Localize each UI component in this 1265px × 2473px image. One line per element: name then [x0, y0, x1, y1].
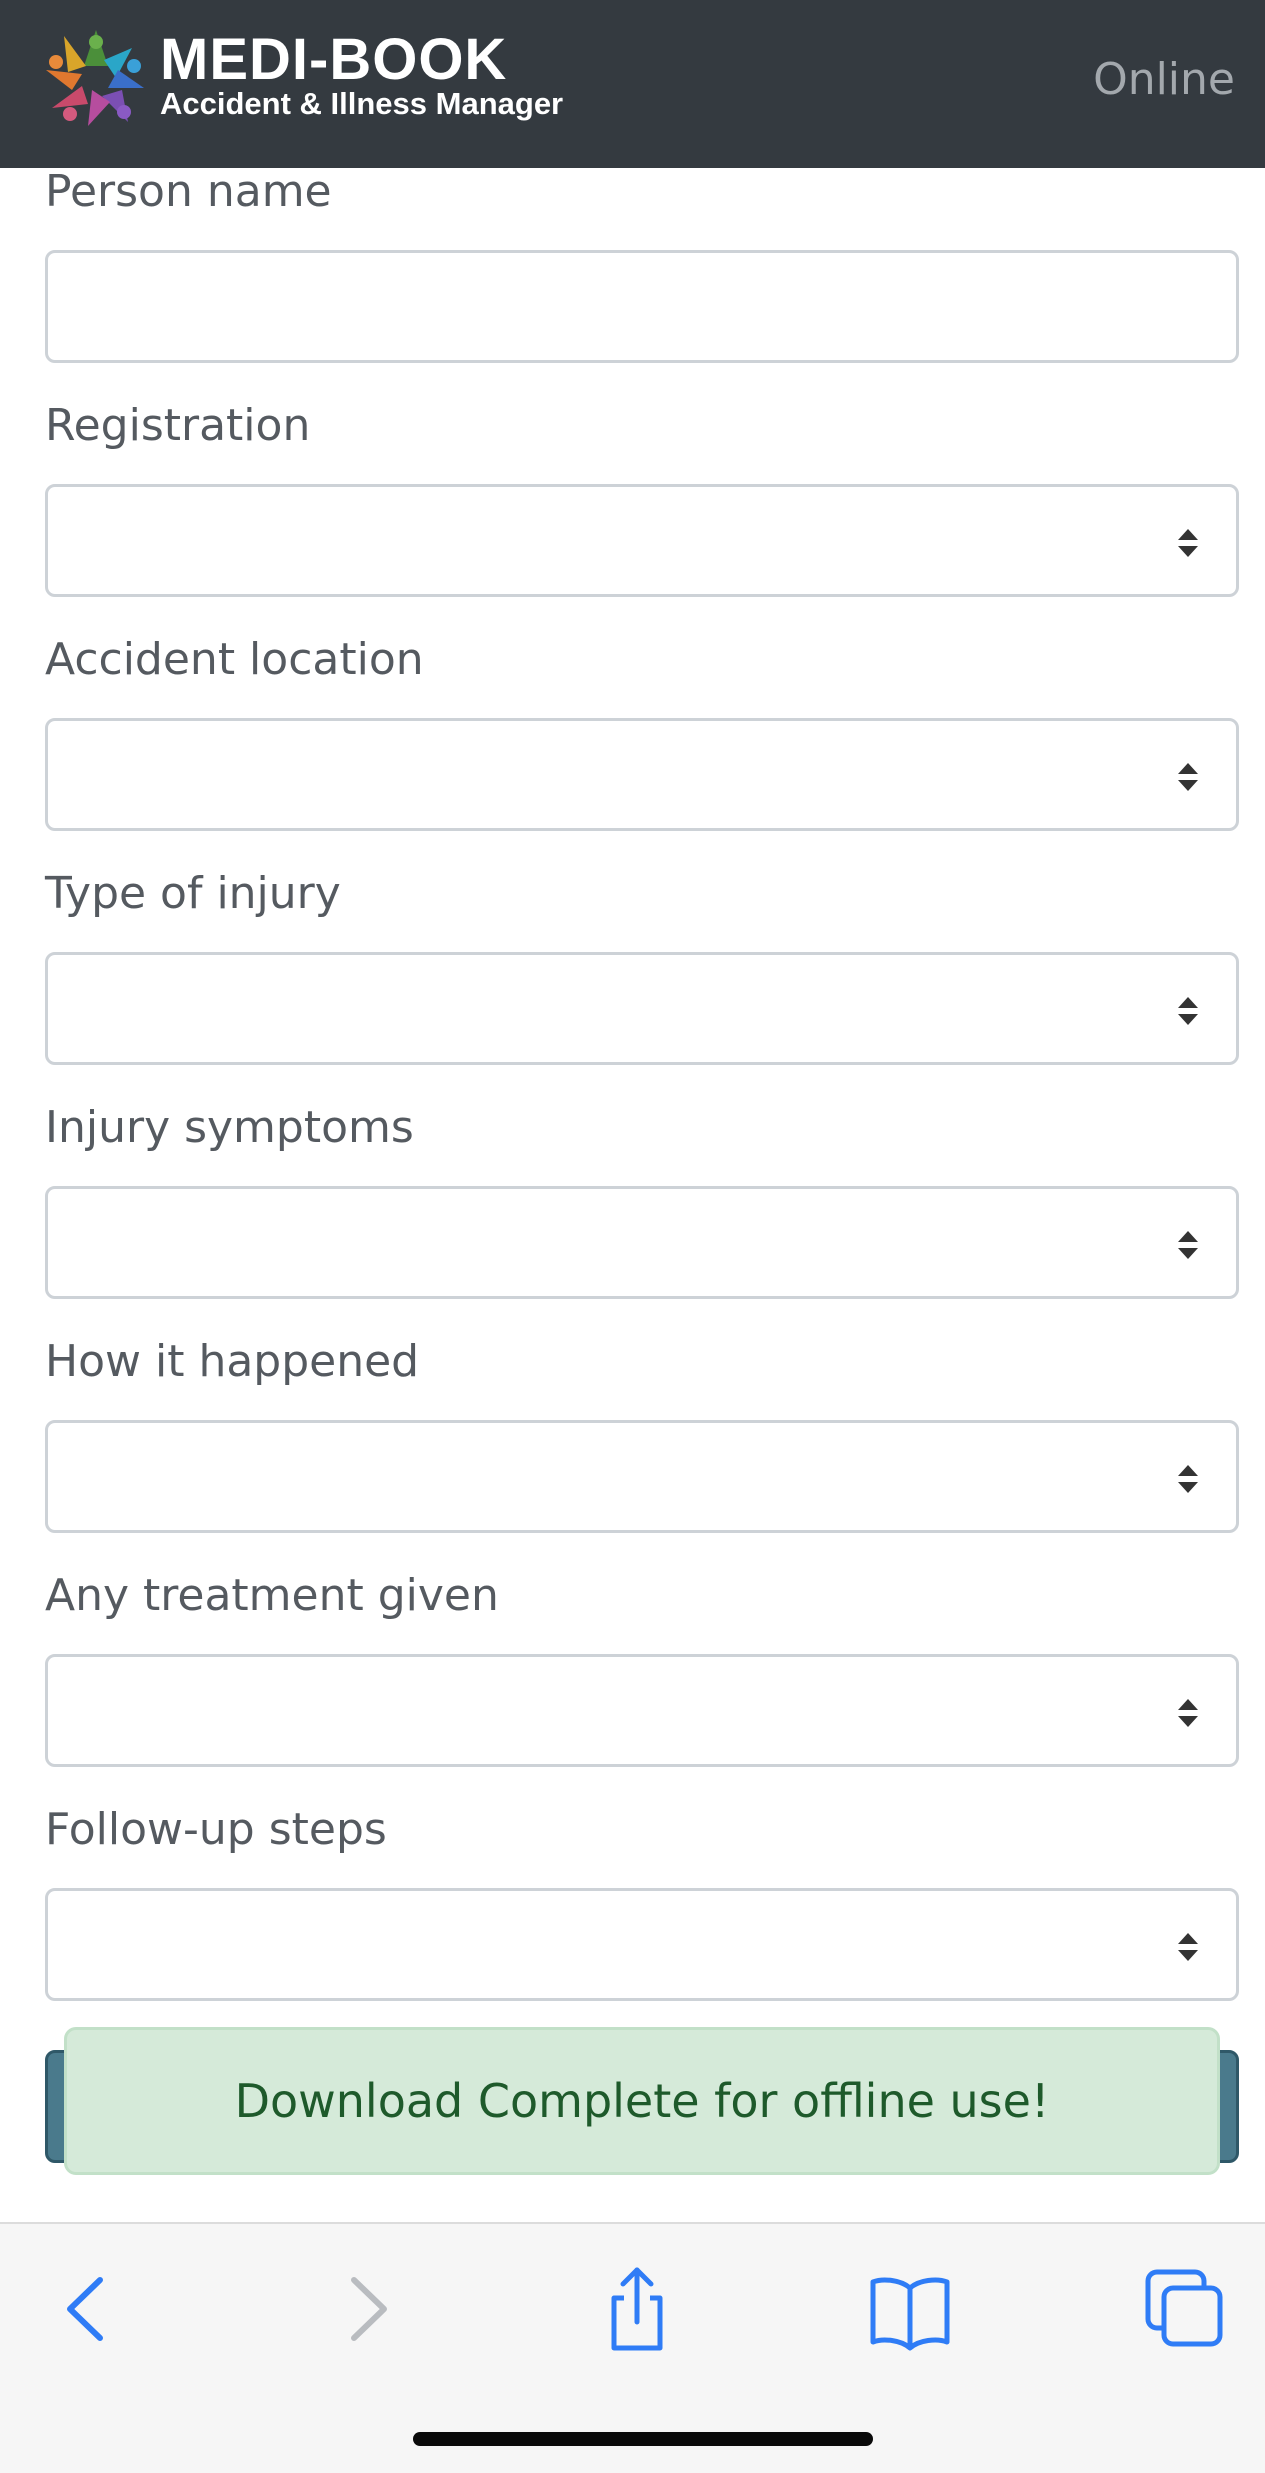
bookmarks-icon[interactable] [865, 2264, 955, 2354]
colorful-star-logo-icon [46, 30, 144, 126]
forward-icon[interactable] [322, 2264, 412, 2354]
accident-location-label: Accident location [45, 634, 424, 685]
download-complete-toast: Download Complete for offline use! [64, 2027, 1220, 2175]
injury-type-label: Type of injury [45, 868, 341, 919]
share-icon[interactable] [592, 2264, 682, 2354]
treatment-given-select[interactable] [45, 1654, 1239, 1767]
select-arrows-icon [1178, 1699, 1198, 1727]
select-arrows-icon [1178, 763, 1198, 791]
how-it-happened-select[interactable] [45, 1420, 1239, 1533]
registration-select[interactable] [45, 484, 1239, 597]
follow-up-steps-label: Follow-up steps [45, 1804, 387, 1855]
page: MEDI-BOOK Accident & Illness Manager Onl… [0, 0, 1265, 2473]
select-arrows-icon [1178, 1231, 1198, 1259]
how-it-happened-label: How it happened [45, 1336, 420, 1387]
tabs-icon[interactable] [1140, 2264, 1230, 2354]
injury-symptoms-select[interactable] [45, 1186, 1239, 1299]
home-indicator [413, 2432, 873, 2446]
select-arrows-icon [1178, 1465, 1198, 1493]
app-header: MEDI-BOOK Accident & Illness Manager Onl… [0, 0, 1265, 168]
injury-symptoms-label: Injury symptoms [45, 1102, 414, 1153]
select-arrows-icon [1178, 1933, 1198, 1961]
injury-type-select[interactable] [45, 952, 1239, 1065]
follow-up-steps-select[interactable] [45, 1888, 1239, 2001]
brand-subtitle: Accident & Illness Manager [160, 86, 564, 121]
select-arrows-icon [1178, 529, 1198, 557]
select-arrows-icon [1178, 997, 1198, 1025]
registration-label: Registration [45, 400, 311, 451]
back-icon[interactable] [42, 2264, 132, 2354]
person-name-input[interactable] [45, 250, 1239, 363]
brand-title: MEDI-BOOK [160, 27, 508, 92]
treatment-given-label: Any treatment given [45, 1570, 499, 1621]
connection-status: Online [1093, 54, 1235, 105]
person-name-label: Person name [45, 166, 332, 217]
accident-location-select[interactable] [45, 718, 1239, 831]
